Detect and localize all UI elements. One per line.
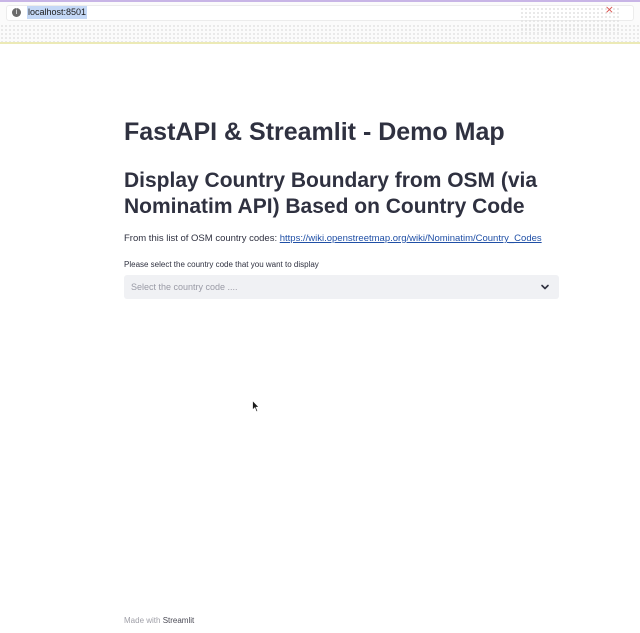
intro-paragraph: From this list of OSM country codes: htt…	[124, 233, 542, 245]
chevron-down-icon[interactable]	[540, 282, 550, 292]
country-code-select[interactable]: Select the country code ....	[124, 275, 559, 299]
mouse-cursor-icon	[252, 400, 260, 413]
site-info-icon[interactable]: i	[12, 8, 21, 17]
page-subtitle: Display Country Boundary from OSM (via N…	[124, 169, 538, 218]
page-title: FastAPI & Streamlit - Demo Map	[124, 118, 505, 146]
country-codes-link[interactable]: https://wiki.openstreetmap.org/wiki/Nomi…	[280, 233, 542, 244]
toolbar-divider	[0, 42, 640, 44]
select-placeholder: Select the country code ....	[131, 282, 238, 292]
footer-brand-link[interactable]: Streamlit	[163, 616, 195, 625]
browser-toolbar: i localhost:8501 ×	[0, 0, 640, 44]
close-icon[interactable]: ×	[605, 4, 614, 16]
country-select-label: Please select the country code that you …	[124, 260, 319, 269]
intro-text: From this list of OSM country codes:	[124, 233, 280, 244]
url-text[interactable]: localhost:8501	[27, 6, 88, 19]
footer: Made with Streamlit	[124, 616, 194, 626]
footer-prefix: Made with	[124, 616, 163, 625]
